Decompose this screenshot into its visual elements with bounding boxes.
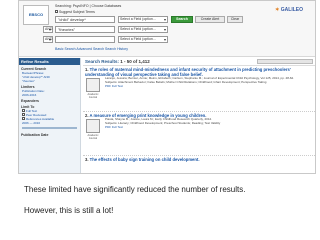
search-input-3[interactable] [55,36,115,43]
publication-type-icon [86,78,100,92]
date-range[interactable]: 2006 — 2016 [19,121,80,125]
boolean-select-3[interactable]: AND [43,36,53,43]
publication-date-label: Publication Date [21,133,49,137]
publication-type-icon [86,119,100,133]
publication-type-label: Academic Journal [87,134,99,140]
refine-heading: Refine Results [19,58,80,65]
search-mode-links[interactable]: Basic Search Advanced Search Search Hist… [55,47,128,51]
result-title[interactable]: 3. The effects of baby sign training on … [85,157,313,162]
results-panel: Search Results: 1 - 50 of 1,412 1. The r… [83,58,315,173]
screenshot-frame: EBSCO Searching: PsycINFO | Choose Datab… [18,0,316,174]
page-options-bar[interactable] [257,59,313,64]
field-select-3[interactable]: Select a Field (option... [118,36,168,43]
pdf-full-text-link[interactable]: PDF Full Text [105,84,313,88]
refine-sidebar: Refine Results Current Search Boolean/Ph… [19,58,81,173]
search-input-2[interactable]: "theories" [55,26,115,33]
galileo-logo: ✶ GALILEO [275,7,303,13]
clear-button[interactable]: Clear [227,16,243,23]
pdf-full-text-link[interactable]: PDF Full Text [105,125,313,129]
search-input-1[interactable]: "child" develop* [55,16,115,23]
database-logo: EBSCO [23,5,49,25]
result-item: 1. The roles of maternal mind-mindedness… [83,66,315,112]
field-select-2[interactable]: Select a Field (option... [118,26,168,33]
result-item: 2. A measure of emerging print knowledge… [83,112,315,156]
field-select-1[interactable]: Select a Field (option... [118,16,168,23]
searching-line[interactable]: Searching: PsycINFO | Choose Databases [55,4,121,8]
create-alert-button[interactable]: Create Alert [195,16,225,23]
caption-line-2: However, this is still a lot! [24,206,114,215]
suggest-subject-terms-checkbox[interactable]: Suggest Subject Terms [55,10,95,14]
caption-line-1: These limited have significantly reduced… [24,185,246,194]
search-header: EBSCO Searching: PsycINFO | Choose Datab… [19,1,315,57]
date-slider[interactable] [22,127,77,129]
publication-type-label: Academic Journal [87,93,99,99]
results-heading: Search Results: 1 - 50 of 1,412 [83,58,315,66]
boolean-select-2[interactable]: AND [43,26,53,33]
result-item: 3. The effects of baby sign training on … [83,156,315,165]
search-button[interactable]: Search [171,16,193,23]
